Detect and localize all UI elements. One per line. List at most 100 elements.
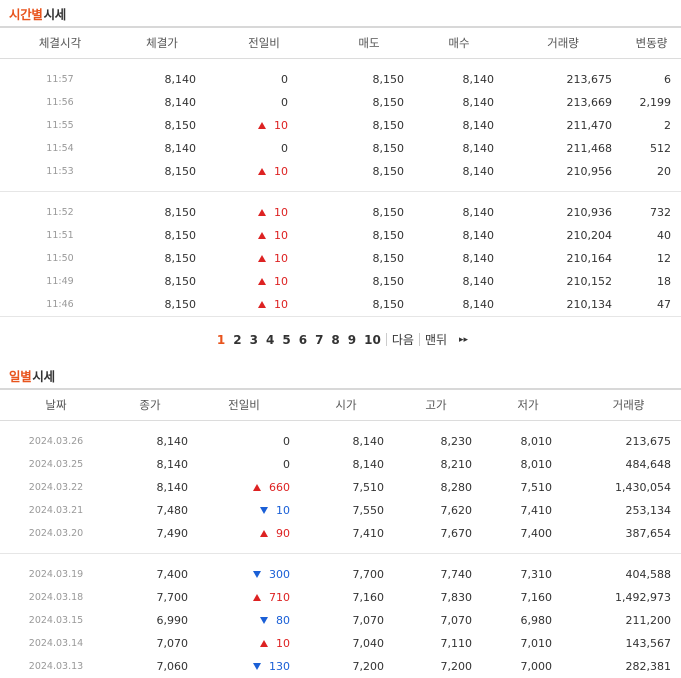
volume-cell: 210,936 xyxy=(566,206,613,219)
triangle-down-icon xyxy=(253,571,261,578)
low-cell: 8,010 xyxy=(520,458,553,471)
ask-cell: 8,150 xyxy=(324,293,414,317)
ask-cell: 8,150 xyxy=(372,165,405,178)
col-header-high: 고가 xyxy=(392,388,480,421)
time-section-title-highlight: 시간별 xyxy=(9,6,43,22)
low-cell: 7,000 xyxy=(520,660,553,673)
row-spacer xyxy=(0,183,681,192)
high-cell: 7,740 xyxy=(440,568,473,581)
date-cell: 2024.03.19 xyxy=(28,569,84,580)
diff-value: 0 xyxy=(281,142,288,155)
time-cell: 11:46 xyxy=(0,293,120,317)
page-link-5[interactable]: 5 xyxy=(282,333,290,347)
page-link-4[interactable]: 4 xyxy=(266,333,274,347)
change-cell: 12 xyxy=(657,252,671,265)
close-cell: 8,140 xyxy=(156,481,189,494)
time-cell: 11:51 xyxy=(46,230,74,241)
diff-value: 0 xyxy=(283,435,290,448)
page-link-2[interactable]: 2 xyxy=(233,333,241,347)
daily-price-table: 날짜 종가 전일비 시가 고가 저가 거래량 2024.03.26 8,140 0 8… xyxy=(0,388,681,678)
diff-cell: 10 xyxy=(204,114,324,137)
page-link-10[interactable]: 10 xyxy=(364,333,381,347)
diff-value: 10 xyxy=(274,275,288,288)
last-page-link[interactable]: 맨뒤 xyxy=(425,331,447,348)
low-cell: 8,010 xyxy=(520,435,553,448)
table-row: 11:54 8,140 0 8,150 8,140 211,468 512 xyxy=(0,137,681,160)
table-row: 2024.03.19 7,400 300 7,700 7,740 7,310 404,588 xyxy=(0,563,681,586)
page-link-3[interactable]: 3 xyxy=(250,333,258,347)
triangle-up-icon xyxy=(260,640,268,647)
double-chevron-right-icon[interactable]: ▸▸ xyxy=(459,335,468,345)
diff-cell: 0 xyxy=(188,453,300,476)
bid-cell: 8,140 xyxy=(462,275,495,288)
diff-value: 80 xyxy=(276,614,290,627)
low-cell: 7,310 xyxy=(520,568,553,581)
time-cell: 11:50 xyxy=(46,253,74,264)
page-link-8[interactable]: 8 xyxy=(331,333,339,347)
col-header-volume: 거래량 xyxy=(576,388,681,421)
volume-cell: 253,134 xyxy=(625,504,672,517)
table-row: 11:55 8,150 10 8,150 8,140 211,470 2 xyxy=(0,114,681,137)
next-page-link[interactable]: 다음 xyxy=(392,331,414,348)
time-table-header: 체결시각 체결가 전일비 매도 매수 거래량 변동량 xyxy=(0,26,681,59)
diff-cell: 0 xyxy=(204,91,324,114)
row-spacer xyxy=(0,554,681,564)
diff-value: 10 xyxy=(276,637,290,650)
high-cell: 7,620 xyxy=(440,504,473,517)
high-cell: 8,280 xyxy=(440,481,473,494)
col-header-price: 체결가 xyxy=(120,26,204,59)
page-link-9[interactable]: 9 xyxy=(348,333,356,347)
triangle-up-icon xyxy=(258,278,266,285)
table-row: 2024.03.21 7,480 10 7,550 7,620 7,410 253,134 xyxy=(0,499,681,522)
diff-value: 10 xyxy=(274,298,288,311)
volume-cell: 210,204 xyxy=(566,229,613,242)
daily-section-title: 일별 시세 xyxy=(0,362,681,388)
bid-cell: 8,140 xyxy=(462,119,495,132)
volume-cell: 211,468 xyxy=(566,142,613,155)
time-cell: 11:53 xyxy=(46,166,74,177)
diff-cell: 10 xyxy=(204,293,324,317)
date-cell: 2024.03.14 xyxy=(28,638,84,649)
price-cell: 8,140 xyxy=(164,73,197,86)
page-link-1[interactable]: 1 xyxy=(217,333,225,347)
col-header-bid: 매수 xyxy=(414,26,504,59)
high-cell: 7,670 xyxy=(440,527,473,540)
ask-cell: 8,150 xyxy=(372,252,405,265)
table-row: 2024.03.22 8,140 660 7,510 8,280 7,510 1,430,0… xyxy=(0,476,681,499)
col-header-ask: 매도 xyxy=(324,26,414,59)
open-cell: 8,140 xyxy=(352,435,385,448)
time-price-section: 시간별 시세 체결시각 체결가 전일비 매도 매수 거래량 변동량 11:57 8… xyxy=(0,0,681,317)
time-cell: 11:49 xyxy=(46,276,74,287)
date-cell: 2024.03.18 xyxy=(28,592,84,603)
daily-price-section: 일별 시세 날짜 종가 전일비 시가 고가 저가 거래량 2024.03.26 8… xyxy=(0,362,681,678)
table-row: 11:56 8,140 0 8,150 8,140 213,669 2,199 xyxy=(0,91,681,114)
triangle-up-icon xyxy=(258,301,266,308)
diff-value: 0 xyxy=(283,458,290,471)
high-cell: 7,830 xyxy=(440,591,473,604)
volume-cell: 1,492,973 xyxy=(615,591,671,604)
diff-value: 10 xyxy=(274,119,288,132)
close-cell: 6,990 xyxy=(156,614,189,627)
diff-cell: 90 xyxy=(188,522,300,545)
close-cell: 7,490 xyxy=(156,527,189,540)
open-cell: 8,140 xyxy=(352,458,385,471)
diff-value: 0 xyxy=(281,96,288,109)
volume-cell: 210,152 xyxy=(566,275,613,288)
volume-cell: 213,675 xyxy=(625,435,672,448)
diff-cell: 0 xyxy=(188,430,300,453)
open-cell: 7,550 xyxy=(352,504,385,517)
diff-value: 660 xyxy=(269,481,290,494)
diff-cell: 130 xyxy=(188,655,300,678)
price-cell: 8,140 xyxy=(164,96,197,109)
col-header-change: 변동량 xyxy=(622,26,681,59)
low-cell: 7,160 xyxy=(520,591,553,604)
open-cell: 7,040 xyxy=(352,637,385,650)
price-cell: 8,150 xyxy=(120,293,204,317)
ask-cell: 8,150 xyxy=(372,96,405,109)
low-cell: 6,980 xyxy=(520,614,553,627)
change-cell: 2,199 xyxy=(639,96,672,109)
volume-cell: 387,654 xyxy=(625,527,672,540)
page-link-7[interactable]: 7 xyxy=(315,333,323,347)
diff-value: 10 xyxy=(274,229,288,242)
page-link-6[interactable]: 6 xyxy=(299,333,307,347)
